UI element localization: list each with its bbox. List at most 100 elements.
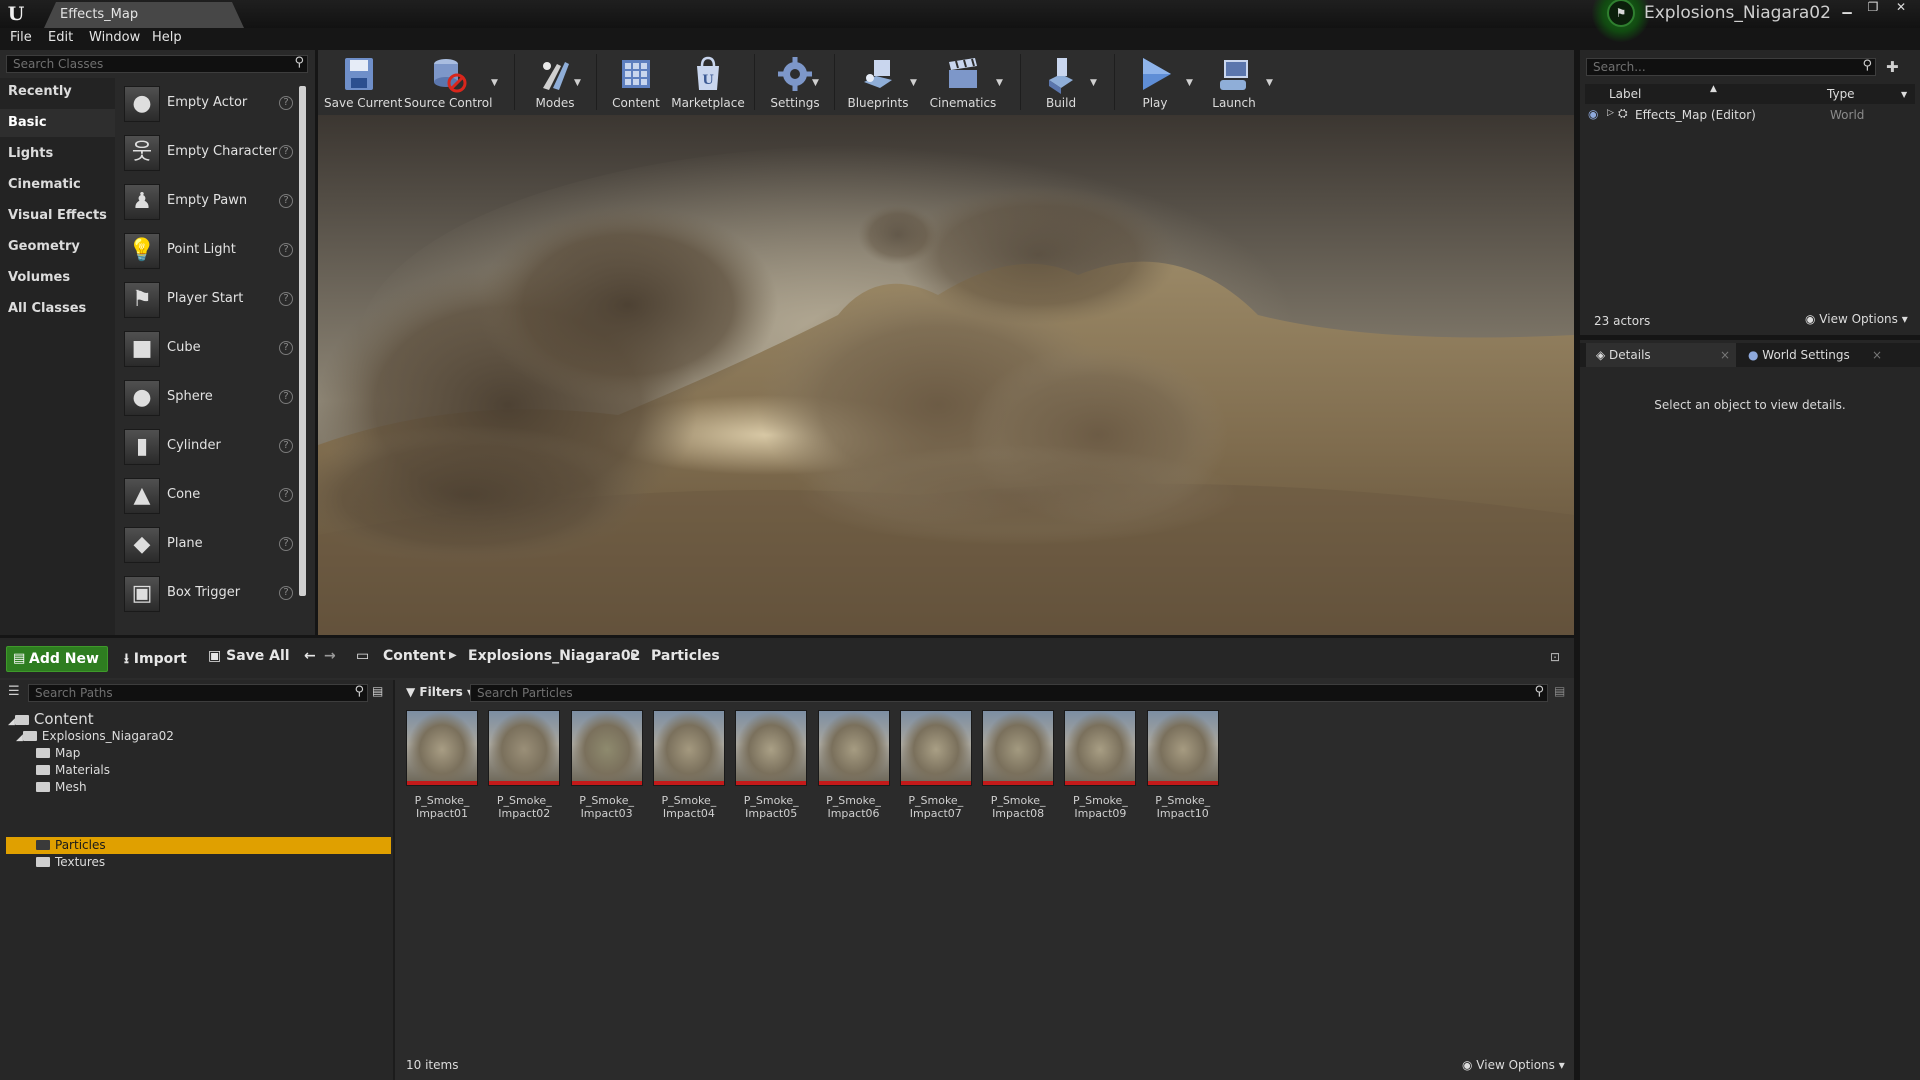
search-paths-input[interactable]: Search Paths ⚲	[28, 684, 368, 702]
category-cinematic[interactable]: Cinematic	[0, 171, 115, 199]
tab-world-settings[interactable]: ● World Settings ×	[1738, 343, 1888, 367]
menu-help[interactable]: Help	[152, 30, 182, 45]
column-type[interactable]: Type	[1827, 87, 1855, 101]
forward-arrow-icon[interactable]: →	[324, 648, 336, 664]
unreal-logo-icon[interactable]: U	[4, 2, 28, 26]
help-icon[interactable]: ?	[279, 292, 293, 306]
outliner-view-options[interactable]: ◉ View Options ▾	[1805, 312, 1908, 326]
help-icon[interactable]: ?	[279, 145, 293, 159]
help-icon[interactable]: ?	[279, 243, 293, 257]
asset-tile[interactable]: P_Smoke_ Impact01	[406, 710, 480, 820]
search-classes-input[interactable]: Search Classes ⚲	[6, 55, 308, 73]
place-item-empty-character[interactable]: 웃 Empty Character ?	[124, 130, 298, 176]
help-icon[interactable]: ?	[279, 488, 293, 502]
category-recently-placed[interactable]: Recently Placed	[0, 78, 115, 127]
level-viewport[interactable]	[318, 115, 1574, 635]
expand-arrow-icon[interactable]: ▷	[1607, 108, 1614, 118]
source-control-button[interactable]: Source Control	[404, 52, 492, 112]
filters-button[interactable]: ▼ Filters ▾	[406, 685, 473, 699]
tree-item-particles[interactable]: Particles	[36, 838, 106, 852]
modes-dropdown-icon[interactable]: ▼	[574, 78, 584, 88]
place-item-player-start[interactable]: ⚑ Player Start ?	[124, 277, 298, 323]
launch-dropdown-icon[interactable]: ▼	[1266, 78, 1276, 88]
asset-tile[interactable]: P_Smoke_ Impact05	[735, 710, 809, 820]
place-item-sphere[interactable]: ● Sphere ?	[124, 375, 298, 421]
visibility-eye-icon[interactable]: ◉	[1588, 107, 1598, 121]
menu-file[interactable]: File	[10, 30, 32, 45]
place-item-cylinder[interactable]: ▮ Cylinder ?	[124, 424, 298, 470]
collapse-arrow-icon[interactable]: ◢	[16, 733, 23, 743]
place-item-plane[interactable]: ◆ Plane ?	[124, 522, 298, 568]
place-item-empty-actor[interactable]: ● Empty Actor ?	[124, 81, 298, 127]
save-all-button[interactable]: ▣ Save All	[208, 648, 290, 664]
add-new-button[interactable]: ▤ Add New ▼	[6, 646, 108, 690]
tree-item-map[interactable]: Map	[36, 746, 80, 760]
tree-item-mesh[interactable]: Mesh	[36, 780, 87, 794]
asset-tile[interactable]: P_Smoke_ Impact02	[488, 710, 562, 820]
tree-item-textures[interactable]: Textures	[36, 855, 105, 869]
help-icon[interactable]: ?	[279, 586, 293, 600]
blueprints-dropdown-icon[interactable]: ▼	[910, 78, 920, 88]
asset-tile[interactable]: P_Smoke_ Impact04	[652, 710, 727, 820]
asset-tile[interactable]: P_Smoke_ Impact07	[899, 710, 974, 820]
back-arrow-icon[interactable]: ←	[304, 648, 316, 664]
place-item-point-light[interactable]: 💡 Point Light ?	[124, 228, 298, 274]
close-icon[interactable]: ✕	[1888, 0, 1914, 16]
minimize-icon[interactable]: ▁	[1834, 0, 1860, 16]
content-button[interactable]: Content	[606, 52, 666, 112]
tree-item-materials[interactable]: Materials	[36, 763, 110, 777]
place-item-box-trigger[interactable]: ▣ Box Trigger ?	[124, 571, 298, 617]
import-button[interactable]: ⭳ Import	[124, 648, 187, 672]
breadcrumb-arrow-icon[interactable]: ▶	[631, 650, 639, 661]
breadcrumb-content[interactable]: Content	[383, 648, 446, 664]
save-search-icon[interactable]: ▤	[1554, 684, 1565, 698]
breadcrumb-particles[interactable]: Particles	[651, 648, 720, 664]
tree-item-project[interactable]: ◢ Explosions_Niagara02	[16, 729, 174, 743]
close-tab-icon[interactable]: ×	[1872, 343, 1882, 367]
place-item-cube[interactable]: ■ Cube ?	[124, 326, 298, 372]
help-icon[interactable]: ?	[279, 194, 293, 208]
place-item-empty-pawn[interactable]: ♟ Empty Pawn ?	[124, 179, 298, 225]
help-icon[interactable]: ?	[279, 341, 293, 355]
asset-tile[interactable]: P_Smoke_ Impact10	[1146, 710, 1221, 820]
help-icon[interactable]: ?	[279, 96, 293, 110]
marketplace-button[interactable]: U Marketplace	[668, 52, 748, 112]
category-geometry[interactable]: Geometry	[0, 233, 115, 261]
tree-item-content[interactable]: ◢ Content	[8, 710, 94, 728]
play-button[interactable]: Play	[1124, 52, 1186, 112]
build-dropdown-icon[interactable]: ▼	[1090, 78, 1100, 88]
outliner-search-input[interactable]: Search... ⚲	[1586, 58, 1876, 76]
tab-details[interactable]: ◈ Details ×	[1586, 343, 1736, 367]
menu-edit[interactable]: Edit	[48, 30, 73, 45]
path-options-icon[interactable]: ▤	[372, 684, 383, 698]
category-volumes[interactable]: Volumes	[0, 264, 115, 292]
settings-dropdown-icon[interactable]: ▼	[812, 78, 822, 88]
source-control-dropdown-icon[interactable]: ▼	[491, 78, 501, 88]
lock-icon[interactable]: ⊡	[1550, 650, 1560, 664]
close-tab-icon[interactable]: ×	[1720, 343, 1730, 367]
play-dropdown-icon[interactable]: ▼	[1186, 78, 1196, 88]
launch-button[interactable]: Launch	[1202, 52, 1266, 112]
cinematics-dropdown-icon[interactable]: ▼	[996, 78, 1006, 88]
asset-view-options[interactable]: ◉ View Options ▾	[1462, 1058, 1565, 1072]
items-scrollbar[interactable]	[299, 86, 306, 596]
chevron-down-icon[interactable]: ▼	[1901, 90, 1907, 99]
build-button[interactable]: Build	[1030, 52, 1092, 112]
category-visual-effects[interactable]: Visual Effects	[0, 202, 115, 230]
outliner-row[interactable]: ◉ ▷ ⛭ Effects_Map (Editor) World	[1585, 106, 1915, 124]
category-lights[interactable]: Lights	[0, 140, 115, 168]
breadcrumb-project[interactable]: Explosions_Niagara02	[468, 648, 640, 664]
search-particles-input[interactable]: Search Particles ⚲	[470, 684, 1548, 702]
save-current-button[interactable]: Save Current	[324, 52, 402, 112]
category-basic[interactable]: Basic	[0, 109, 115, 137]
sources-toggle-icon[interactable]: ☰	[8, 684, 20, 699]
asset-tile[interactable]: P_Smoke_ Impact06	[817, 710, 892, 820]
asset-tile[interactable]: P_Smoke_ Impact03	[570, 710, 645, 820]
collapse-arrow-icon[interactable]: ◢	[8, 717, 15, 727]
column-label[interactable]: Label	[1609, 87, 1641, 101]
level-tab[interactable]: Effects_Map	[44, 2, 244, 28]
category-all-classes[interactable]: All Classes	[0, 295, 115, 323]
place-item-cone[interactable]: ▲ Cone ?	[124, 473, 298, 519]
restore-icon[interactable]: ❐	[1860, 0, 1886, 16]
help-icon[interactable]: ?	[279, 439, 293, 453]
